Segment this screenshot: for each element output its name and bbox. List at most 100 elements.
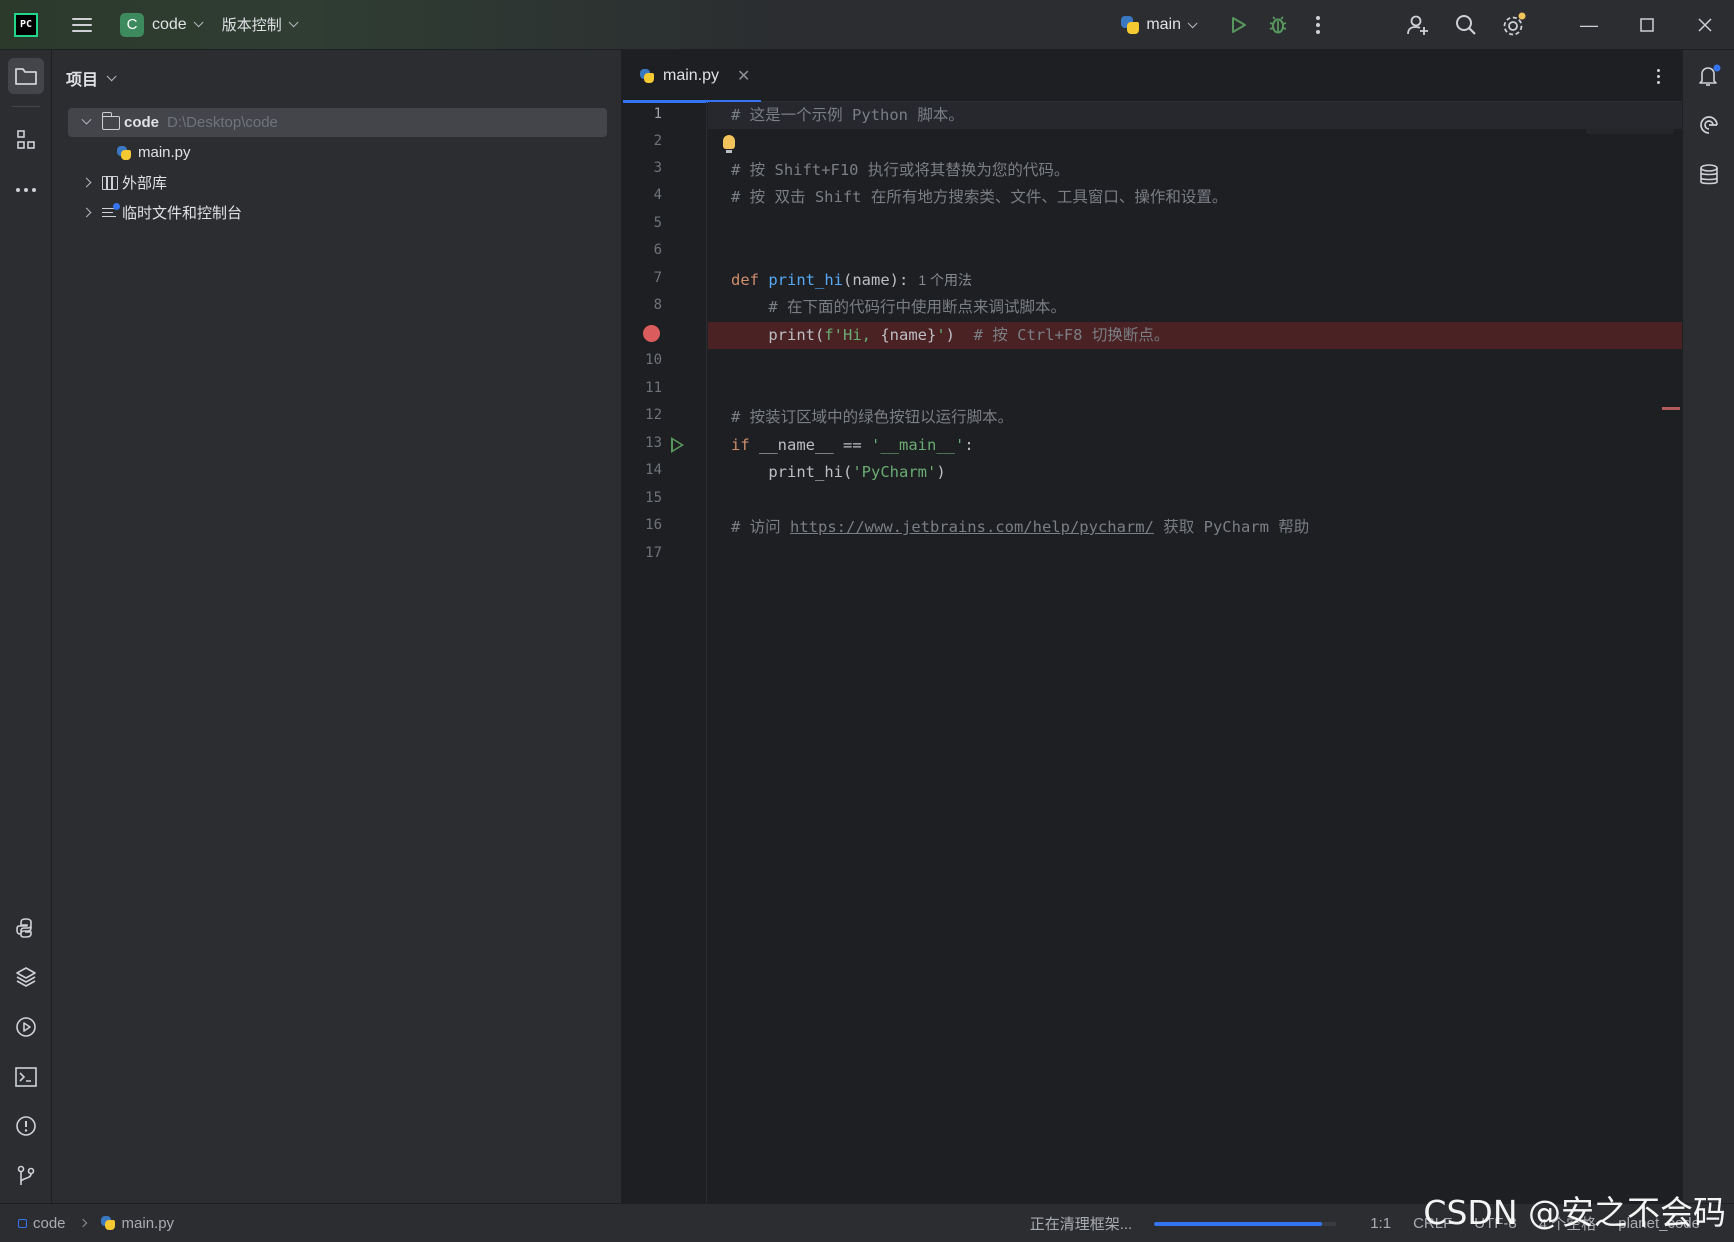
vcs-menu[interactable]: 版本控制	[221, 14, 299, 35]
code-line-13: if __name__ == '__main__':	[731, 436, 974, 454]
tree-item-label: code	[124, 114, 160, 131]
breadcrumb: code main.py	[18, 1215, 174, 1232]
more-tools-button[interactable]	[8, 172, 44, 208]
project-selector[interactable]: code	[152, 15, 204, 34]
line-number: 17	[645, 545, 662, 561]
terminal-icon	[15, 1067, 37, 1087]
search-everywhere-button[interactable]	[1446, 5, 1486, 45]
terminal-button[interactable]	[8, 1059, 44, 1095]
project-panel: 项目 code D:\Desktop\code main.py 外部库 临时文件…	[52, 50, 622, 1203]
ai-assistant-icon	[1700, 116, 1718, 134]
background-task-label[interactable]: 正在清理框架...	[1030, 1213, 1133, 1234]
run-config-selector[interactable]: main	[1120, 15, 1198, 35]
code-line-8: # 在下面的代码行中使用断点来调试脚本。	[731, 298, 1066, 316]
project-tool-button[interactable]	[8, 58, 44, 94]
line-number: 8	[653, 297, 662, 313]
more-icon	[16, 188, 36, 192]
editor: main.py ✕ 1 2 3 4 5 6 7 8 10 11 12 13 14…	[623, 50, 1682, 1203]
settings-button[interactable]	[1494, 5, 1534, 45]
services-button[interactable]	[8, 1009, 44, 1045]
python-icon	[100, 1215, 116, 1231]
project-badge[interactable]: C	[120, 12, 144, 37]
lightbulb-icon[interactable]	[723, 135, 735, 153]
tree-item-main-py[interactable]: main.py	[68, 138, 607, 167]
debug-icon	[1269, 16, 1287, 34]
close-icon	[1698, 18, 1712, 32]
main-menu-button[interactable]	[72, 17, 92, 32]
folder-icon	[15, 68, 37, 85]
code-line-12: # 按装订区域中的绿色按钮以运行脚本。	[731, 408, 1014, 426]
more-icon	[1656, 68, 1660, 72]
structure-icon	[17, 130, 35, 149]
background-task-progress[interactable]	[1154, 1221, 1337, 1226]
run-icon	[1232, 17, 1246, 33]
python-console-button[interactable]	[8, 910, 44, 946]
maximize-button[interactable]	[1618, 0, 1676, 50]
search-icon	[1456, 15, 1476, 35]
database-button[interactable]	[1691, 157, 1727, 193]
help-link[interactable]: https://www.jetbrains.com/help/pycharm/	[790, 518, 1154, 536]
line-number: 13	[645, 435, 662, 451]
close-window-button[interactable]	[1676, 0, 1734, 50]
library-icon	[102, 175, 118, 190]
ai-assistant-button[interactable]	[1691, 107, 1727, 143]
line-number: 7	[653, 270, 662, 286]
project-name: code	[152, 15, 187, 33]
breadcrumb-file[interactable]: main.py	[122, 1215, 175, 1232]
git-button[interactable]	[8, 1158, 44, 1194]
code-with-me-button[interactable]	[1398, 5, 1438, 45]
problems-button[interactable]	[8, 1108, 44, 1144]
caret-position[interactable]: 1:1	[1370, 1215, 1391, 1232]
structure-tool-button[interactable]	[8, 122, 44, 158]
editor-gutter[interactable]: 1 2 3 4 5 6 7 8 10 11 12 13 14 15 16 17	[623, 102, 707, 1203]
python-icon	[639, 68, 655, 84]
debug-button[interactable]	[1258, 5, 1298, 45]
tab-close-icon[interactable]: ✕	[737, 66, 750, 86]
line-number: 2	[653, 133, 662, 149]
notifications-button[interactable]	[1691, 58, 1727, 94]
module-icon	[18, 1218, 27, 1228]
code-line-3: # 按 Shift+F10 执行或将其替换为您的代码。	[731, 161, 1070, 179]
tree-item-path: D:\Desktop\code	[167, 114, 278, 131]
run-button[interactable]	[1218, 5, 1258, 45]
usages-hint[interactable]: 1 个用法	[918, 272, 972, 288]
notifications-icon	[1699, 64, 1721, 86]
settings-icon	[1503, 12, 1526, 36]
add-user-icon	[1407, 15, 1428, 35]
editor-tabs-menu-button[interactable]	[1648, 64, 1668, 88]
breakpoint-icon[interactable]	[643, 325, 660, 342]
vcs-label: 版本控制	[221, 17, 282, 34]
project-panel-header[interactable]: 项目	[66, 66, 117, 90]
line-number: 5	[653, 215, 662, 231]
chevron-down-icon	[288, 17, 299, 28]
tree-item-label: main.py	[138, 144, 191, 161]
project-panel-title: 项目	[66, 72, 99, 89]
tree-item-external-libraries[interactable]: 外部库	[68, 168, 607, 197]
breadcrumb-project[interactable]: code	[33, 1215, 66, 1232]
problems-icon	[16, 1116, 36, 1136]
chevron-right-icon	[81, 177, 91, 188]
run-config-label: main	[1146, 16, 1181, 33]
python-packages-button[interactable]	[8, 959, 44, 995]
tab-main-py[interactable]: main.py ✕	[623, 50, 761, 103]
strip-divider	[12, 106, 40, 107]
git-icon	[17, 1165, 35, 1185]
code-area[interactable]: 正在分析... # 这是一个示例 Python 脚本。 # 按 Shift+F1…	[708, 102, 1682, 1203]
more-actions-button[interactable]	[1298, 5, 1338, 45]
code-line-7: def print_hi(name): 1 个用法	[731, 271, 973, 289]
maximize-icon	[1640, 18, 1654, 32]
progress-fill	[1154, 1221, 1322, 1226]
title-bar: PC C code 版本控制 main —	[0, 0, 1734, 50]
tree-item-scratches[interactable]: 临时文件和控制台	[68, 198, 607, 227]
chevron-right-icon	[81, 207, 91, 218]
python-console-icon	[16, 918, 32, 938]
minimize-button[interactable]: —	[1560, 0, 1618, 50]
database-icon	[1700, 164, 1718, 185]
chevron-down-icon	[193, 17, 204, 28]
folder-icon	[101, 111, 120, 130]
tree-item-root[interactable]: code D:\Desktop\code	[68, 108, 607, 137]
run-gutter-icon[interactable]	[671, 437, 684, 453]
more-icon	[1316, 16, 1320, 34]
editor-tab-bar: main.py ✕	[623, 50, 1682, 103]
line-number: 15	[645, 490, 662, 506]
